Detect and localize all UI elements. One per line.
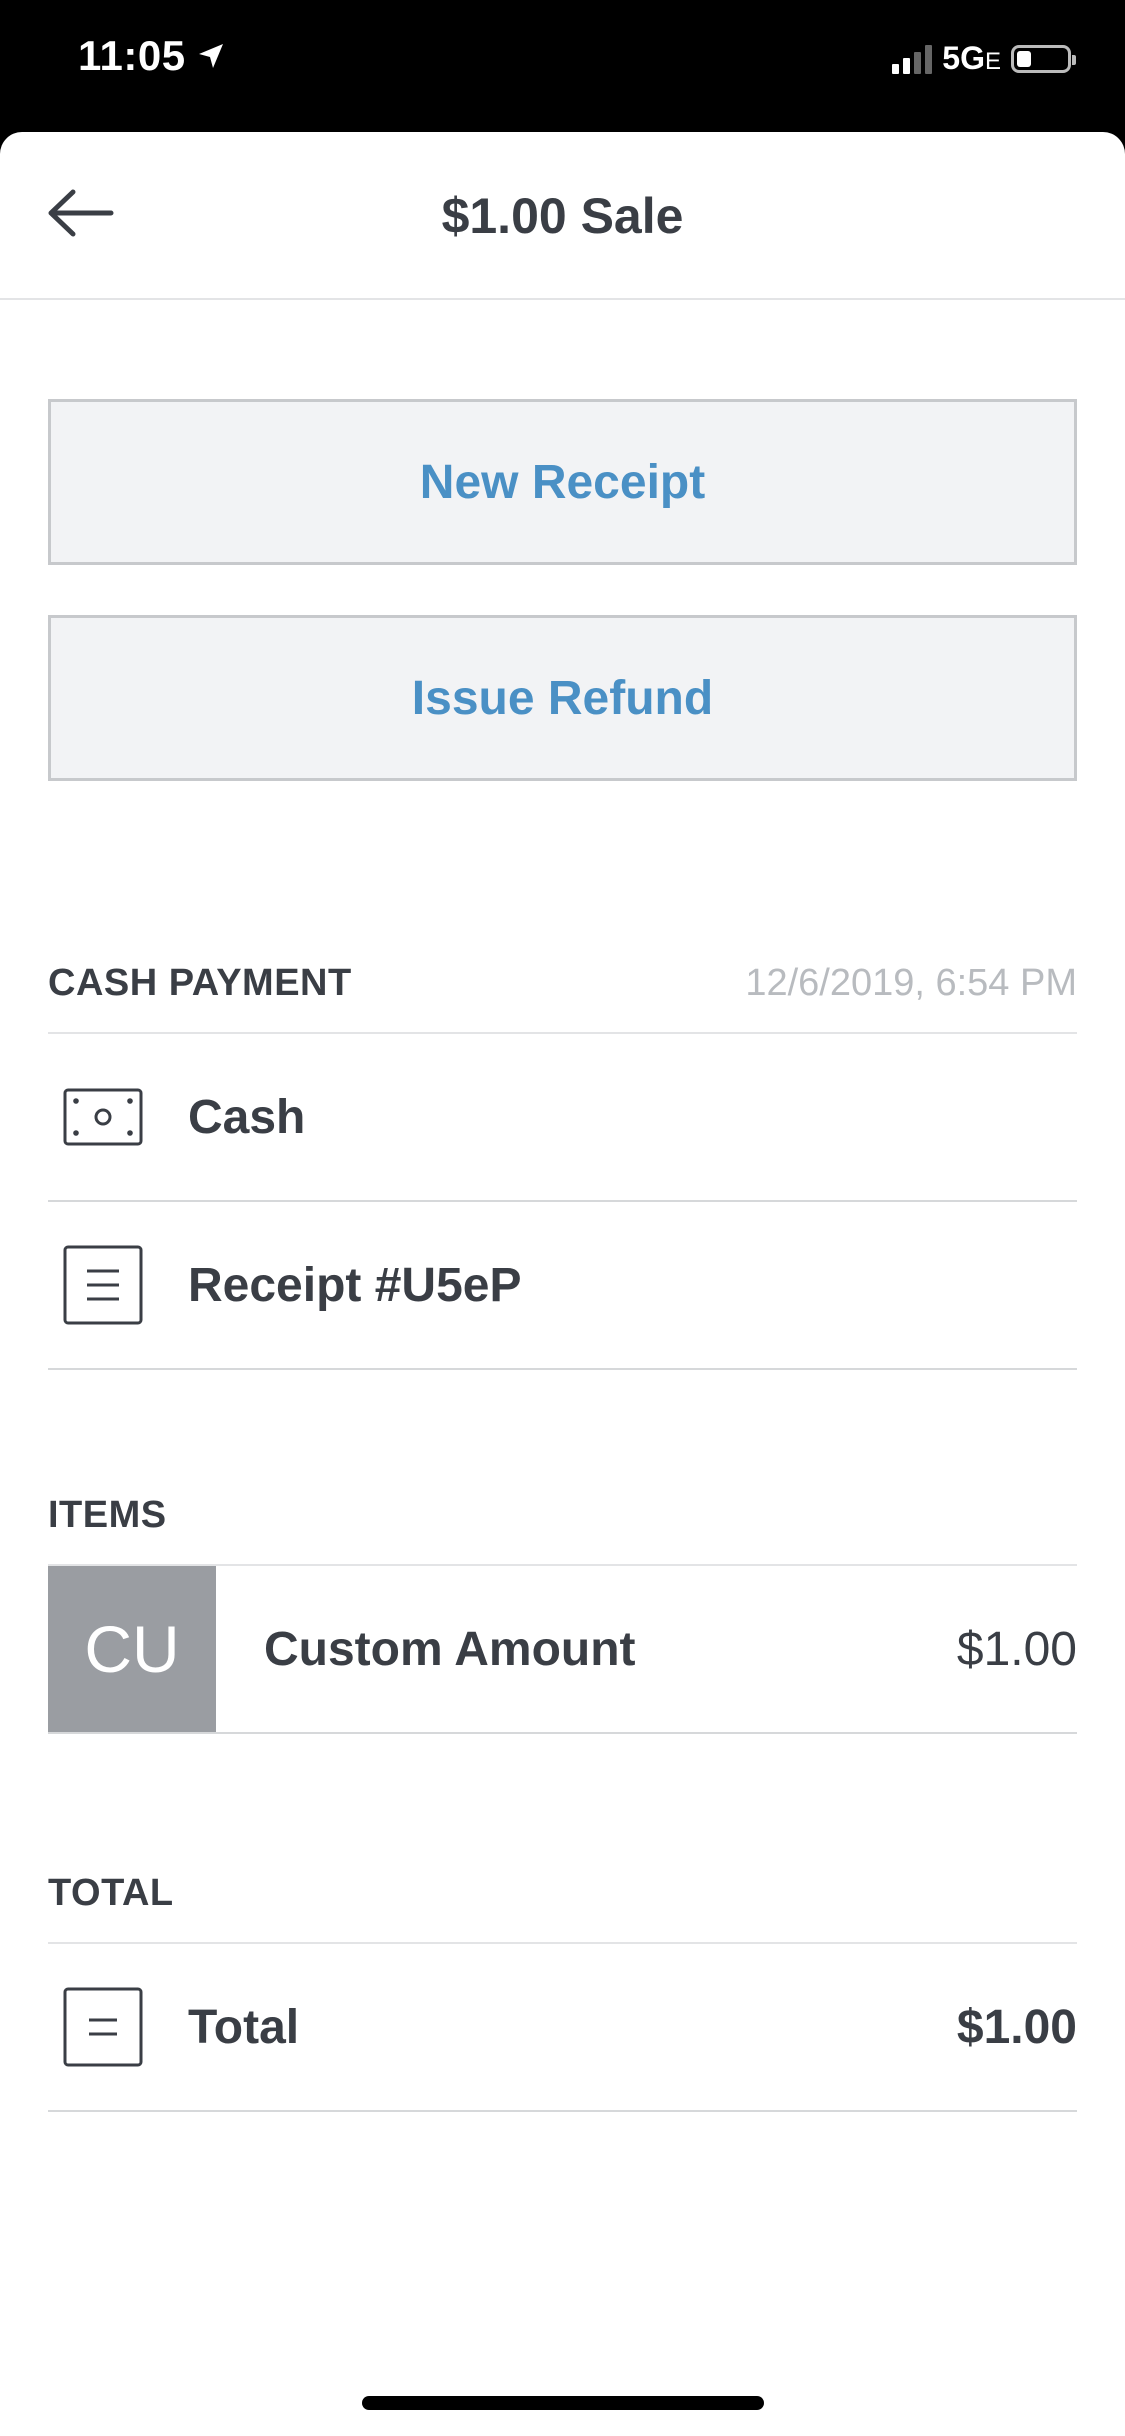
navigation-bar: $1.00 Sale	[0, 132, 1125, 300]
items-header: ITEMS	[48, 1466, 1077, 1566]
signal-strength-icon	[892, 44, 933, 74]
cash-payment-header: CASH PAYMENT 12/6/2019, 6:54 PM	[48, 934, 1077, 1034]
new-receipt-button[interactable]: New Receipt	[48, 399, 1077, 565]
payment-timestamp: 12/6/2019, 6:54 PM	[745, 961, 1077, 1004]
receipt-icon	[63, 1245, 143, 1325]
battery-icon	[1011, 44, 1076, 73]
total-icon	[63, 1987, 143, 2067]
payment-method-row: Cash	[48, 1034, 1077, 1202]
location-arrow-icon	[198, 44, 223, 68]
section-title: ITEMS	[48, 1493, 167, 1536]
issue-refund-button[interactable]: Issue Refund	[48, 615, 1077, 781]
item-price: $1.00	[956, 1622, 1077, 1676]
total-row: Total $1.00	[48, 1944, 1077, 2112]
status-indicators: 5GE	[892, 40, 1076, 77]
receipt-row[interactable]: Receipt #U5eP	[48, 1202, 1077, 1370]
total-label: Total	[188, 2000, 300, 2054]
section-title: CASH PAYMENT	[48, 961, 352, 1004]
network-type-label: 5GE	[942, 40, 1001, 76]
item-name: Custom Amount	[264, 1622, 636, 1676]
receipt-label: Receipt #U5eP	[188, 1258, 522, 1312]
item-thumbnail: CU	[48, 1566, 216, 1732]
home-indicator[interactable]	[362, 2396, 764, 2410]
status-time: 11:05	[78, 32, 226, 80]
total-amount: $1.00	[956, 2000, 1077, 2054]
cash-icon	[63, 1077, 143, 1157]
sale-detail-sheet: $1.00 Sale New Receipt Issue Refund CASH…	[0, 132, 1125, 2436]
section-title: TOTAL	[48, 1871, 174, 1914]
payment-method-label: Cash	[188, 1090, 306, 1144]
page-title: $1.00 Sale	[441, 188, 684, 244]
total-header: TOTAL	[48, 1844, 1077, 1944]
list-item[interactable]: CU Custom Amount $1.00	[48, 1566, 1077, 1734]
status-bar: 11:05 5GE	[0, 0, 1125, 132]
clock-label: 11:05	[78, 32, 186, 79]
